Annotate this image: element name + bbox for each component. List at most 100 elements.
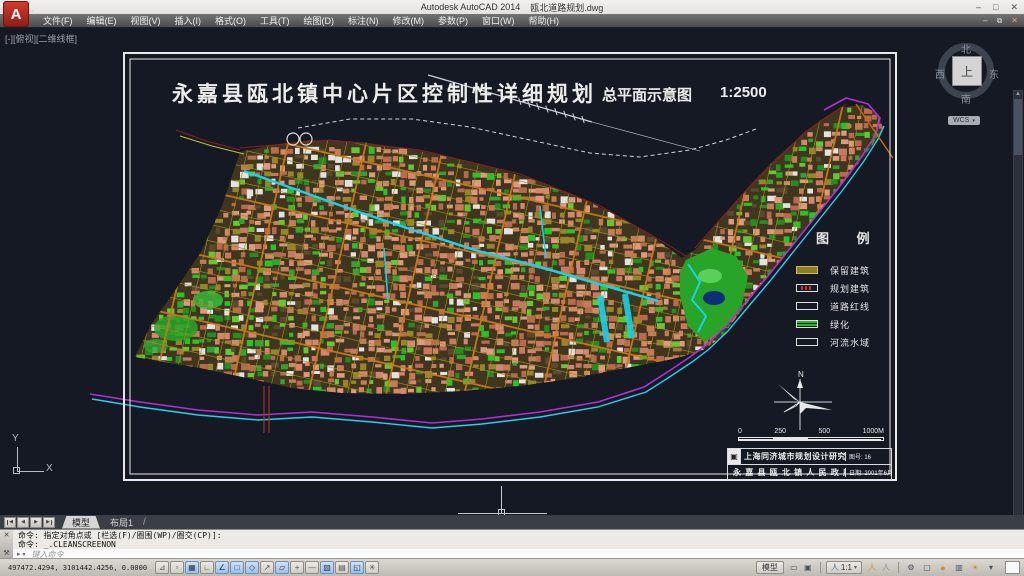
annotation-monitor-toggle[interactable]: ✳ <box>365 561 379 574</box>
annotation-scale-caret-icon: ▾ <box>854 564 857 571</box>
lineweight-toggle[interactable]: — <box>305 561 319 574</box>
model-space-button[interactable]: 模型 <box>756 561 784 574</box>
legend-title: 图 例 <box>816 228 910 247</box>
legend-swatch <box>796 284 818 292</box>
command-window[interactable]: ✕ ⚒ 命令: 指定对角点或 [栏选(F)/圈围(WP)/圈交(CP)]:命令:… <box>0 529 1024 558</box>
doc-close-button[interactable]: ✕ <box>1011 16 1018 25</box>
clean-screen-button[interactable] <box>1005 561 1020 574</box>
scale-bar-label: 0 <box>738 428 742 435</box>
workspace-gear-icon[interactable]: ⚙ <box>904 561 918 574</box>
selection-cycling-toggle[interactable]: ◱ <box>350 561 364 574</box>
title-bar: Autodesk AutoCAD 2014 瓯北道路规划.dwg – □ ✕ <box>0 0 1024 14</box>
command-history-line: 命令: _.CLEANSCREENON <box>18 540 1024 549</box>
menu-item[interactable]: 工具(T) <box>253 14 297 28</box>
ortho-mode-toggle[interactable]: ∟ <box>200 561 214 574</box>
viewcube-top-face[interactable]: 上 <box>952 56 982 86</box>
quick-view-drawings-icon[interactable]: ▭ <box>787 561 801 574</box>
menu-item[interactable]: 帮助(H) <box>522 14 567 28</box>
menu-item[interactable]: 编辑(E) <box>80 14 124 28</box>
window-minimize-button[interactable]: – <box>976 2 981 12</box>
command-caret-icon: ▾ <box>23 551 26 558</box>
object-snap-tracking-toggle[interactable]: ↗ <box>260 561 274 574</box>
quick-properties-toggle[interactable]: ▤ <box>335 561 349 574</box>
viewcube-south-label[interactable]: 南 <box>961 91 971 106</box>
vertical-scrollbar[interactable]: ▲ ▼ <box>1013 90 1023 515</box>
logo-menu-caret-icon[interactable]: ▾ <box>31 8 34 15</box>
viewcube-north-label[interactable]: 北 <box>961 41 971 56</box>
autocad-logo-button[interactable]: A <box>3 1 29 27</box>
transparency-toggle[interactable]: ▨ <box>320 561 334 574</box>
legend-swatch <box>796 266 818 274</box>
infer-constraints-toggle[interactable]: ⊿ <box>155 561 169 574</box>
menu-bar: 文件(F)编辑(E)视图(V)插入(I)格式(O)工具(T)绘图(D)标注(N)… <box>0 14 1024 28</box>
menu-item[interactable]: 文件(F) <box>36 14 80 28</box>
dynamic-ucs-toggle[interactable]: ▱ <box>275 561 289 574</box>
first-tab-button[interactable]: ◀ <box>4 517 16 528</box>
menu-item[interactable]: 参数(P) <box>431 14 475 28</box>
scrollbar-thumb[interactable] <box>1014 99 1022 155</box>
prev-tab-button[interactable]: ◀ <box>17 517 29 528</box>
drawing-main-title: 永嘉县瓯北镇中心片区控制性详细规划 <box>172 78 597 108</box>
viewcube-east-label[interactable]: 东 <box>989 66 999 81</box>
quick-view-layouts-icon[interactable]: ▣ <box>801 561 815 574</box>
scale-bar-label: 500 <box>818 428 830 435</box>
command-side-strip: ✕ ⚒ <box>0 530 13 559</box>
tab-model[interactable]: 模型 <box>62 516 100 529</box>
grid-display-toggle[interactable]: ▦ <box>185 561 199 574</box>
window-close-button[interactable]: ✕ <box>1010 2 1018 13</box>
doc-restore-button[interactable]: ⧉ <box>997 16 1003 26</box>
legend-item: 河流水域 <box>790 333 910 351</box>
window-maximize-button[interactable]: □ <box>993 2 998 12</box>
annotation-scale-icon: 人 <box>831 562 839 573</box>
next-tab-button[interactable]: ▶ <box>30 517 42 528</box>
scale-bar-labels: 02505001000M <box>738 428 884 435</box>
menu-item[interactable]: 视图(V) <box>124 14 168 28</box>
toolbar-lock-icon[interactable]: ▢ <box>920 561 934 574</box>
view-cube[interactable]: 北 南 西 东 上 <box>933 38 1001 106</box>
legend-swatch <box>796 320 818 328</box>
legend-item: 绿化 <box>790 315 910 333</box>
dynamic-input-toggle[interactable]: + <box>290 561 304 574</box>
status-toggles: ⊿▫▦∟∠□◇↗▱+—▨▤◱✳ <box>155 561 379 574</box>
annotation-scale-button[interactable]: 人 1:1 ▾ <box>826 561 862 574</box>
menu-item[interactable]: 标注(N) <box>341 14 386 28</box>
wcs-caret-icon: ▾ <box>972 118 975 124</box>
menu-items: 文件(F)编辑(E)视图(V)插入(I)格式(O)工具(T)绘图(D)标注(N)… <box>36 14 566 28</box>
menu-item[interactable]: 修改(M) <box>386 14 432 28</box>
viewport-controls[interactable]: [-][俯视][二维线框] <box>5 32 77 45</box>
status-menu-caret-icon[interactable]: ▾ <box>984 561 998 574</box>
legend-swatch <box>796 302 818 310</box>
institute-name: 上海同济城市规划设计研究院 <box>741 451 845 462</box>
menu-item[interactable]: 插入(I) <box>168 14 209 28</box>
polar-tracking-toggle[interactable]: ∠ <box>215 561 229 574</box>
legend-label: 保留建筑 <box>830 264 870 277</box>
command-close-icon[interactable]: ✕ <box>4 532 10 539</box>
legend-label: 规划建筑 <box>830 282 870 295</box>
scroll-up-icon[interactable]: ▲ <box>1015 91 1021 97</box>
menu-item[interactable]: 窗口(W) <box>475 14 522 28</box>
3d-object-snap-toggle[interactable]: ◇ <box>245 561 259 574</box>
doc-minimize-button[interactable]: – <box>983 16 987 25</box>
menu-item[interactable]: 绘图(D) <box>297 14 342 28</box>
svg-text:N: N <box>798 370 804 379</box>
annotation-autoscale-icon[interactable]: 人 <box>879 561 893 574</box>
layout-tabs-bar: ◀◀▶▶ 模型 布局1 / <box>0 515 1024 529</box>
tab-layout1[interactable]: 布局1 <box>100 516 143 529</box>
legend-swatch <box>796 338 818 346</box>
annotation-visibility-icon[interactable]: 人 <box>865 561 879 574</box>
object-snap-toggle[interactable]: □ <box>230 561 244 574</box>
drawing-area[interactable]: [-][俯视][二维线框] 永嘉县瓯北镇中心片区控制性详细规划 总平面示意图 1… <box>0 28 1024 515</box>
legend-label: 道路红线 <box>830 300 870 313</box>
clean-screen-monitor-icon[interactable]: ▥ <box>952 561 966 574</box>
annotation-scale-value: 1:1 <box>841 563 852 572</box>
last-tab-button[interactable]: ▶ <box>43 517 55 528</box>
ucs-y-label: Y <box>12 433 19 444</box>
wcs-dropdown[interactable]: WCS ▾ <box>948 116 980 125</box>
coordinates-display[interactable]: 497472.4294, 3101442.4256, 0.0000 <box>4 564 155 572</box>
menu-item[interactable]: 格式(O) <box>208 14 253 28</box>
isolate-objects-icon[interactable]: ☀ <box>968 561 982 574</box>
command-customize-icon[interactable]: ⚒ <box>3 550 9 557</box>
viewcube-west-label[interactable]: 西 <box>935 66 945 81</box>
performance-icon[interactable]: ● <box>936 561 950 574</box>
snap-mode-toggle[interactable]: ▫ <box>170 561 184 574</box>
